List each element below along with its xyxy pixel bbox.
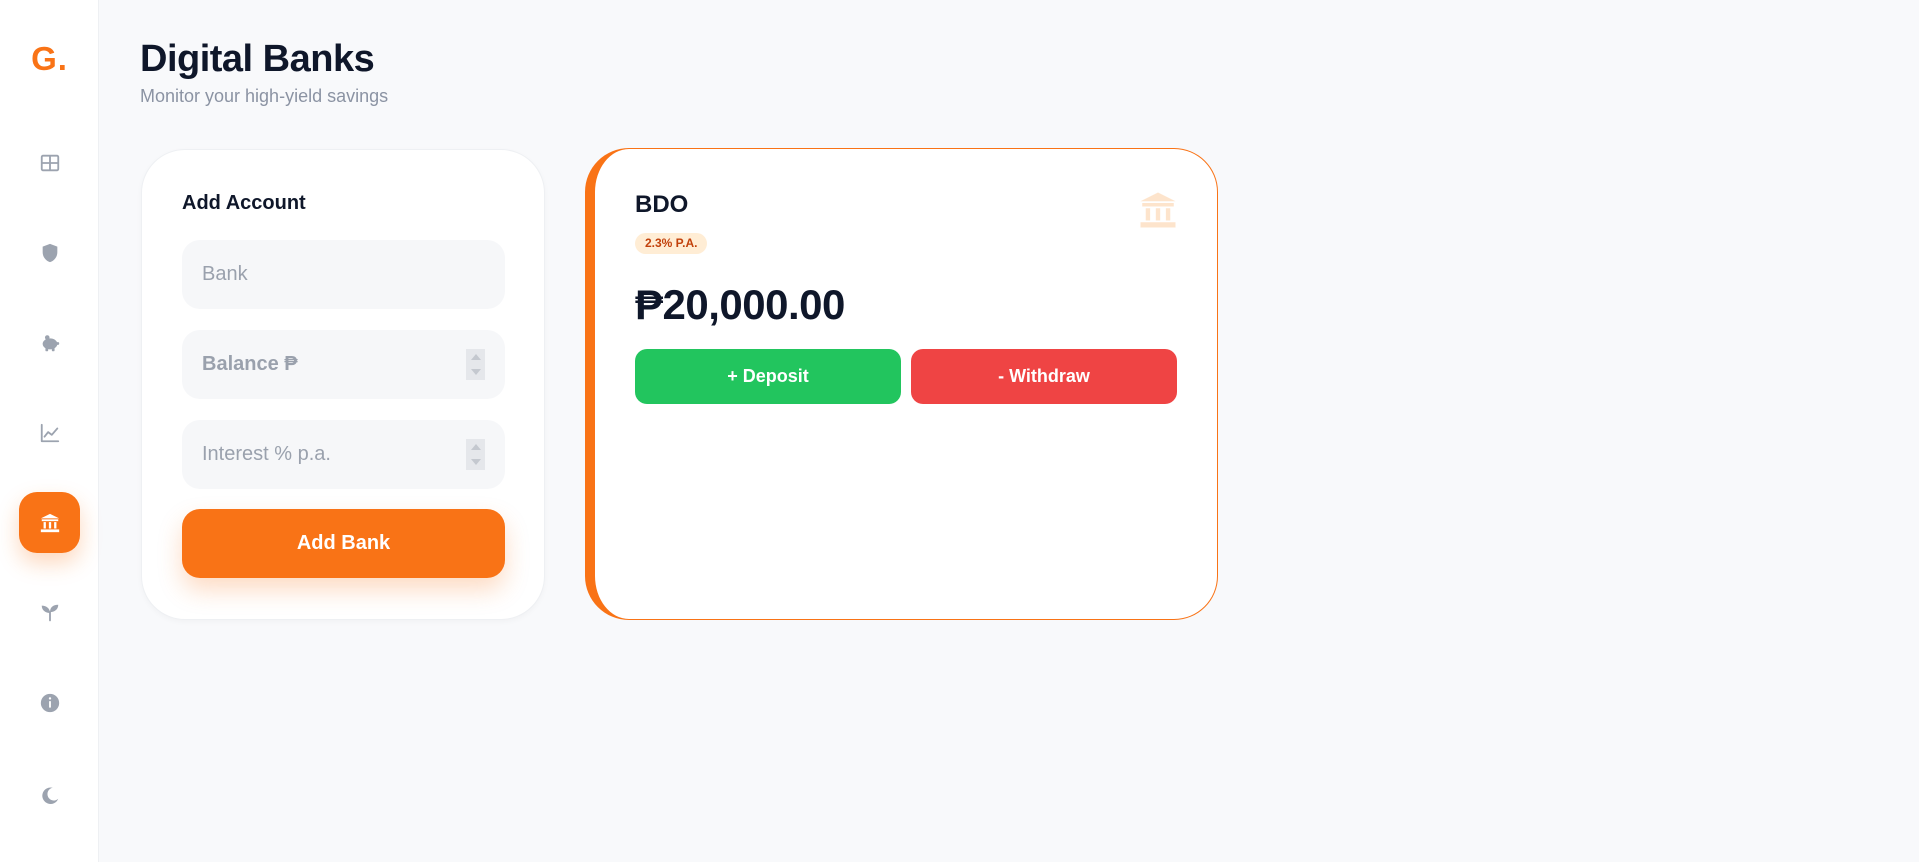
sidebar: G. <box>0 0 99 862</box>
bank-icon <box>40 513 59 532</box>
balance-input[interactable] <box>182 330 505 399</box>
piggy-bank-icon <box>42 334 59 351</box>
interest-input[interactable] <box>182 420 505 489</box>
add-account-card: Add Account Add Bank <box>141 149 545 620</box>
withdraw-button[interactable]: - Withdraw <box>911 349 1177 404</box>
interest-stepper[interactable] <box>466 439 485 470</box>
moon-icon <box>41 786 58 804</box>
stepper-up-icon[interactable] <box>470 443 481 450</box>
app-logo: G. <box>31 40 68 77</box>
balance-stepper[interactable] <box>466 349 485 380</box>
shield-icon <box>42 243 57 262</box>
grid-icon <box>40 154 59 171</box>
stepper-down-icon[interactable] <box>470 369 481 376</box>
deposit-button[interactable]: + Deposit <box>635 349 901 404</box>
interest-rate-badge: 2.3% P.A. <box>635 233 708 254</box>
account-balance: ₱20,000.00 <box>635 281 845 328</box>
page-subtitle: Monitor your high-yield savings <box>140 86 389 106</box>
bank-name: BDO <box>635 191 689 218</box>
add-bank-button[interactable]: Add Bank <box>182 509 505 578</box>
balance-field <box>182 330 505 399</box>
bank-account-card: BDO 2.3% P.A. ₱20,000.00 + Deposit - Wit… <box>585 148 1218 620</box>
nav-dashboard[interactable] <box>19 132 80 193</box>
nav-savings[interactable] <box>19 312 80 373</box>
bank-name-input[interactable] <box>182 240 505 309</box>
nav-security[interactable] <box>19 222 80 283</box>
chart-line-icon <box>40 423 59 442</box>
nav-growth[interactable] <box>19 582 80 643</box>
theme-toggle[interactable] <box>19 765 80 826</box>
nav-info[interactable] <box>19 672 80 733</box>
interest-field <box>182 420 505 489</box>
add-account-title: Add Account <box>182 192 306 214</box>
bank-icon <box>1137 189 1179 231</box>
page-title: Digital Banks <box>140 38 375 80</box>
stepper-down-icon[interactable] <box>470 459 481 466</box>
nav-analytics[interactable] <box>19 402 80 463</box>
seedling-icon <box>41 604 58 621</box>
nav-banks[interactable] <box>19 492 80 553</box>
info-icon <box>40 693 59 712</box>
stepper-up-icon[interactable] <box>470 353 481 360</box>
